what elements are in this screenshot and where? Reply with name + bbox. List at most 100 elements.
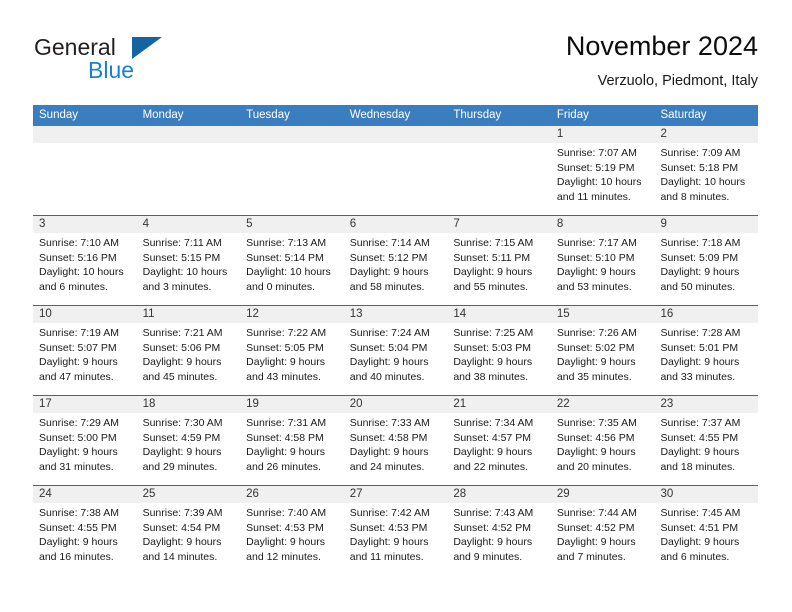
day-cell[interactable]: 26 Sunrise: 7:40 AM Sunset: 4:53 PM Dayl… xyxy=(240,486,344,575)
day-cell[interactable]: 16 Sunrise: 7:28 AM Sunset: 5:01 PM Dayl… xyxy=(654,306,759,395)
day-number: 6 xyxy=(343,216,448,233)
day-cell[interactable]: 28 Sunrise: 7:43 AM Sunset: 4:52 PM Dayl… xyxy=(447,486,551,575)
day-cell[interactable]: 19 Sunrise: 7:31 AM Sunset: 4:58 PM Dayl… xyxy=(240,396,344,485)
day-cell[interactable]: 5 Sunrise: 7:13 AM Sunset: 5:14 PM Dayli… xyxy=(240,216,344,305)
day-number: 4 xyxy=(136,216,241,233)
day-cell[interactable] xyxy=(136,126,241,215)
day-cell[interactable]: 17 Sunrise: 7:29 AM Sunset: 5:00 PM Dayl… xyxy=(33,396,137,485)
daylight-line1: Daylight: 9 hours xyxy=(556,536,636,549)
day-cell[interactable]: 22 Sunrise: 7:35 AM Sunset: 4:56 PM Dayl… xyxy=(550,396,655,485)
weekday-monday: Monday xyxy=(142,109,184,121)
day-cell[interactable]: 15 Sunrise: 7:26 AM Sunset: 5:02 PM Dayl… xyxy=(550,306,655,395)
daylight-line1: Daylight: 9 hours xyxy=(246,536,325,549)
day-cell[interactable]: 20 Sunrise: 7:33 AM Sunset: 4:58 PM Dayl… xyxy=(343,396,448,485)
daylight-line2: and 20 minutes. xyxy=(556,460,632,473)
day-cell[interactable]: 24 Sunrise: 7:38 AM Sunset: 4:55 PM Dayl… xyxy=(33,486,137,575)
sunrise-text: Sunrise: 7:29 AM xyxy=(39,417,119,429)
day-cell[interactable]: 30 Sunrise: 7:45 AM Sunset: 4:51 PM Dayl… xyxy=(654,486,759,575)
daylight-line1: Daylight: 10 hours xyxy=(246,266,331,279)
day-cell[interactable]: 11 Sunrise: 7:21 AM Sunset: 5:06 PM Dayl… xyxy=(136,306,241,395)
daylight-line2: and 58 minutes. xyxy=(349,280,425,293)
sunrise-text: Sunrise: 7:21 AM xyxy=(142,327,223,339)
daylight-line1: Daylight: 9 hours xyxy=(39,356,118,369)
daylight-line1: Daylight: 10 hours xyxy=(39,266,124,279)
brand-logo[interactable]: General Blue xyxy=(34,34,254,90)
day-cell[interactable]: 25 Sunrise: 7:39 AM Sunset: 4:54 PM Dayl… xyxy=(136,486,241,575)
daylight-line1: Daylight: 9 hours xyxy=(246,356,325,369)
day-info: Sunrise: 7:44 AM Sunset: 4:52 PM Dayligh… xyxy=(551,503,655,564)
day-number xyxy=(240,126,344,143)
day-cell[interactable]: 21 Sunrise: 7:34 AM Sunset: 4:57 PM Dayl… xyxy=(447,396,551,485)
daylight-line2: and 33 minutes. xyxy=(660,370,736,383)
daylight-line1: Daylight: 9 hours xyxy=(556,446,636,459)
sunset-text: Sunset: 4:57 PM xyxy=(453,431,531,444)
day-info xyxy=(447,143,551,146)
day-cell[interactable]: 14 Sunrise: 7:25 AM Sunset: 5:03 PM Dayl… xyxy=(447,306,551,395)
sunset-text: Sunset: 5:14 PM xyxy=(246,251,324,264)
day-cell[interactable]: 4 Sunrise: 7:11 AM Sunset: 5:15 PM Dayli… xyxy=(136,216,241,305)
day-info: Sunrise: 7:30 AM Sunset: 4:59 PM Dayligh… xyxy=(137,413,241,474)
sunrise-text: Sunrise: 7:13 AM xyxy=(246,237,327,249)
daylight-line2: and 47 minutes. xyxy=(39,370,114,383)
daylight-line2: and 31 minutes. xyxy=(39,460,114,473)
day-cell[interactable]: 13 Sunrise: 7:24 AM Sunset: 5:04 PM Dayl… xyxy=(343,306,448,395)
day-cell[interactable]: 18 Sunrise: 7:30 AM Sunset: 4:59 PM Dayl… xyxy=(136,396,241,485)
day-cell[interactable] xyxy=(447,126,551,215)
day-number: 23 xyxy=(654,396,759,413)
sunset-text: Sunset: 5:09 PM xyxy=(660,251,739,264)
daylight-line1: Daylight: 9 hours xyxy=(660,536,740,549)
day-cell[interactable]: 23 Sunrise: 7:37 AM Sunset: 4:55 PM Dayl… xyxy=(654,396,759,485)
daylight-line1: Daylight: 10 hours xyxy=(142,266,228,279)
day-cell[interactable]: 7 Sunrise: 7:15 AM Sunset: 5:11 PM Dayli… xyxy=(447,216,551,305)
day-number: 21 xyxy=(447,396,551,413)
daylight-line1: Daylight: 9 hours xyxy=(39,446,118,459)
daylight-line2: and 24 minutes. xyxy=(349,460,425,473)
day-info: Sunrise: 7:07 AM Sunset: 5:19 PM Dayligh… xyxy=(551,143,655,204)
day-cell[interactable] xyxy=(240,126,344,215)
day-number: 3 xyxy=(33,216,137,233)
day-cell[interactable]: 3 Sunrise: 7:10 AM Sunset: 5:16 PM Dayli… xyxy=(33,216,137,305)
daylight-line2: and 6 minutes. xyxy=(660,550,730,563)
day-number: 5 xyxy=(240,216,344,233)
daylight-line1: Daylight: 9 hours xyxy=(660,356,740,369)
day-cell[interactable]: 27 Sunrise: 7:42 AM Sunset: 4:53 PM Dayl… xyxy=(343,486,448,575)
day-info: Sunrise: 7:38 AM Sunset: 4:55 PM Dayligh… xyxy=(33,503,137,564)
day-cell[interactable]: 6 Sunrise: 7:14 AM Sunset: 5:12 PM Dayli… xyxy=(343,216,448,305)
day-info: Sunrise: 7:35 AM Sunset: 4:56 PM Dayligh… xyxy=(551,413,655,474)
daylight-line1: Daylight: 9 hours xyxy=(453,266,533,279)
week-row: 17 Sunrise: 7:29 AM Sunset: 5:00 PM Dayl… xyxy=(33,395,759,485)
daylight-line1: Daylight: 9 hours xyxy=(349,356,429,369)
day-number: 26 xyxy=(240,486,344,503)
day-cell[interactable]: 10 Sunrise: 7:19 AM Sunset: 5:07 PM Dayl… xyxy=(33,306,137,395)
weekday-wednesday: Wednesday xyxy=(349,109,411,121)
day-cell[interactable]: 29 Sunrise: 7:44 AM Sunset: 4:52 PM Dayl… xyxy=(550,486,655,575)
day-cell[interactable]: 9 Sunrise: 7:18 AM Sunset: 5:09 PM Dayli… xyxy=(654,216,759,305)
brand-name-blue: Blue xyxy=(88,57,135,83)
day-info: Sunrise: 7:28 AM Sunset: 5:01 PM Dayligh… xyxy=(654,323,758,384)
daylight-line2: and 22 minutes. xyxy=(453,460,529,473)
day-info: Sunrise: 7:37 AM Sunset: 4:55 PM Dayligh… xyxy=(654,413,758,474)
sunrise-text: Sunrise: 7:07 AM xyxy=(556,147,637,159)
daylight-line1: Daylight: 9 hours xyxy=(453,446,533,459)
daylight-line2: and 43 minutes. xyxy=(246,370,321,383)
day-number: 1 xyxy=(550,126,655,143)
day-number: 14 xyxy=(447,306,551,323)
day-info: Sunrise: 7:13 AM Sunset: 5:14 PM Dayligh… xyxy=(240,233,344,294)
daylight-line2: and 55 minutes. xyxy=(453,280,529,293)
day-cell[interactable]: 8 Sunrise: 7:17 AM Sunset: 5:10 PM Dayli… xyxy=(550,216,655,305)
day-cell[interactable]: 12 Sunrise: 7:22 AM Sunset: 5:05 PM Dayl… xyxy=(240,306,344,395)
day-info: Sunrise: 7:17 AM Sunset: 5:10 PM Dayligh… xyxy=(551,233,655,294)
day-info: Sunrise: 7:10 AM Sunset: 5:16 PM Dayligh… xyxy=(33,233,137,294)
day-cell[interactable]: 1 Sunrise: 7:07 AM Sunset: 5:19 PM Dayli… xyxy=(550,126,655,215)
day-cell[interactable] xyxy=(343,126,448,215)
daylight-line1: Daylight: 9 hours xyxy=(453,536,533,549)
sunrise-text: Sunrise: 7:40 AM xyxy=(246,507,327,519)
day-cell[interactable] xyxy=(33,126,137,215)
sunrise-text: Sunrise: 7:30 AM xyxy=(142,417,223,429)
day-info: Sunrise: 7:25 AM Sunset: 5:03 PM Dayligh… xyxy=(447,323,551,384)
day-cell[interactable]: 2 Sunrise: 7:09 AM Sunset: 5:18 PM Dayli… xyxy=(654,126,759,215)
sunset-text: Sunset: 4:59 PM xyxy=(142,431,221,444)
daylight-line1: Daylight: 9 hours xyxy=(142,536,222,549)
sunset-text: Sunset: 5:12 PM xyxy=(349,251,428,264)
sunset-text: Sunset: 5:18 PM xyxy=(660,161,739,174)
